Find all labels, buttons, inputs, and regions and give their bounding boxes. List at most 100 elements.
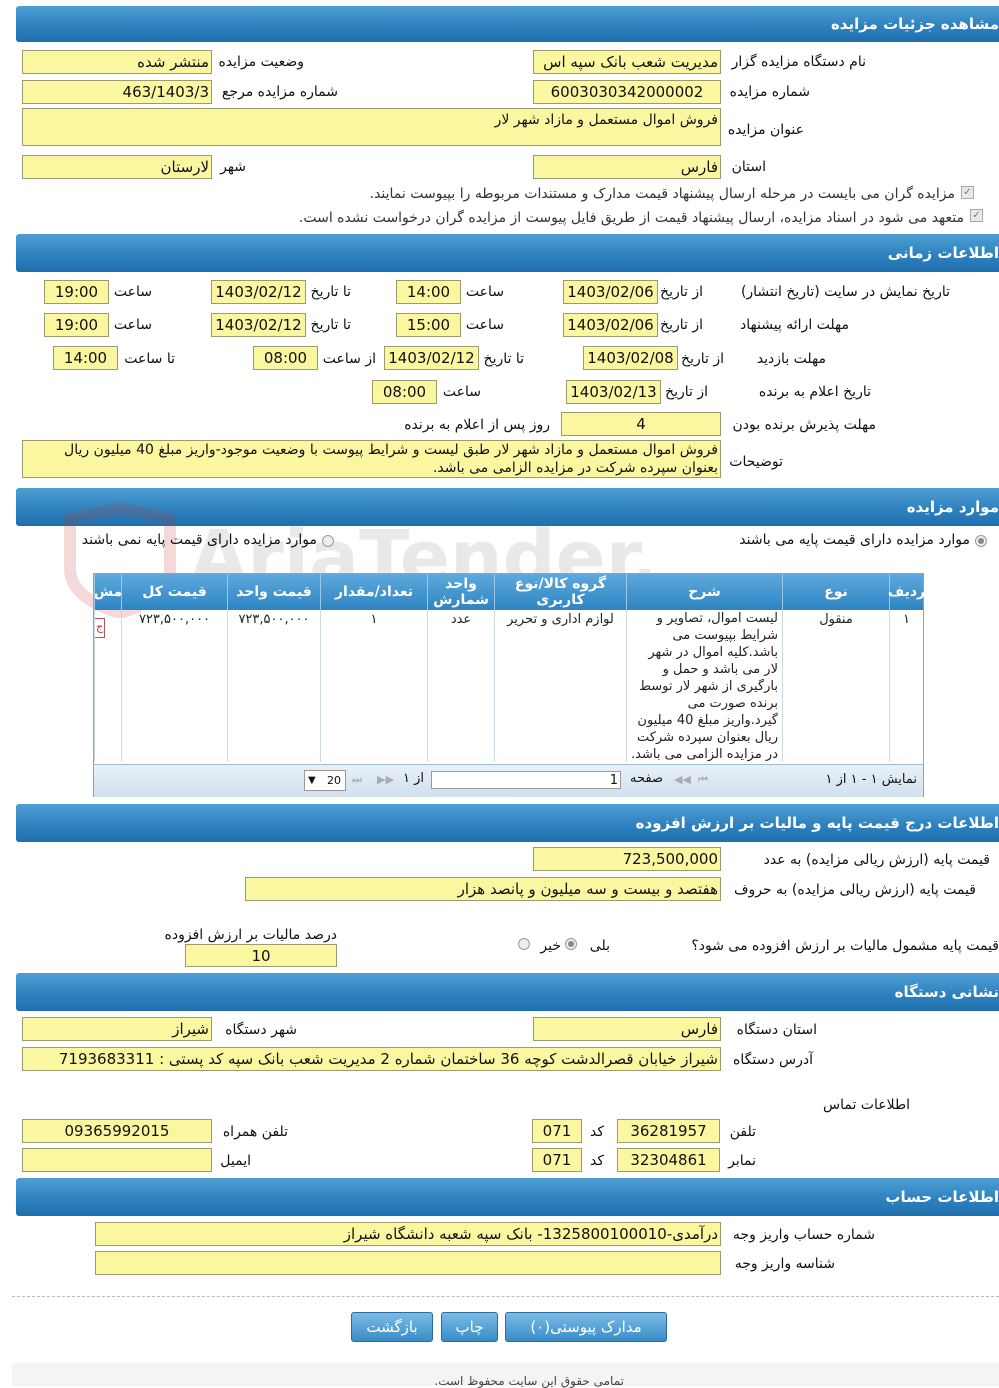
col-header-group[interactable]: گروه کالا/نوع کاربری <box>494 574 626 610</box>
col-header-row[interactable]: ردیف <box>888 574 925 610</box>
section-title: اطلاعات زمانی <box>887 244 999 262</box>
from-date-label: از تاریخ <box>660 317 703 333</box>
number-label: شماره مزایده <box>729 84 810 100</box>
winner-announce-label: تاریخ اعلام به برنده <box>758 384 871 400</box>
notes-field: فروش اموال مستعمل و مازاد شهر لار طبق لی… <box>22 440 721 478</box>
cell-unit-price: ۷۲۳,۵۰۰,۰۰۰ <box>227 610 320 762</box>
device-city-field: شیراز <box>22 1017 212 1041</box>
checkbox-no-attach-request-label: متعهد می شود در اسناد مزایده، ارسال پیشن… <box>298 210 964 226</box>
to-date-label: تا تاریخ <box>310 317 351 333</box>
cell-row-index: ۱ <box>889 610 923 762</box>
section-header-device-address: نشانی دستگاه <box>16 973 999 1011</box>
from-date-label: از تاریخ <box>681 351 724 367</box>
col-header-description[interactable]: شرح <box>626 574 782 610</box>
accept-deadline-label: مهلت پذیرش برنده بودن <box>732 417 877 433</box>
page-size-value: 20 <box>327 774 341 787</box>
offer-to-date: 1403/02/12 <box>211 313 306 337</box>
cell-total: ۷۲۳,۵۰۰,۰۰۰ <box>121 610 227 762</box>
col-header-total[interactable]: قیمت کل <box>121 574 227 610</box>
col-header-action[interactable]: مش <box>94 574 121 610</box>
pager-next-icon[interactable]: ▶▶ <box>377 773 394 786</box>
section-header-account: اطلاعات حساب <box>16 1178 999 1216</box>
status-label: وضعیت مزایده <box>218 54 304 70</box>
cell-type: منقول <box>782 610 889 762</box>
items-grid: ردیف نوع شرح گروه کالا/نوع کاربری واحد ش… <box>93 573 925 797</box>
display-from-time: 14:00 <box>396 280 461 304</box>
section-header-timing: اطلاعات زمانی <box>16 234 999 272</box>
offer-from-date: 1403/02/06 <box>563 313 658 337</box>
phone-code-label: کد <box>589 1124 604 1140</box>
display-to-date: 1403/02/12 <box>211 280 306 304</box>
radio-without-base-price[interactable] <box>322 535 334 547</box>
accept-days-suffix: روز پس از اعلام به برنده <box>404 417 550 433</box>
device-city-label: شهر دستگاه <box>225 1022 297 1038</box>
grid-header: ردیف نوع شرح گروه کالا/نوع کاربری واحد ش… <box>94 574 925 610</box>
fax-code-field: 071 <box>532 1148 582 1172</box>
base-price-words-field: هفتصد و بیست و سه میلیون و پانصد هزار <box>245 877 721 901</box>
email-field <box>22 1148 212 1172</box>
cell-description: لیست اموال، تصاویر و شرایط بپیوست می باش… <box>626 610 782 762</box>
org-field: مدیریت شعب بانک سپه اس <box>533 50 721 74</box>
section-header-details: مشاهده جزئیات مزایده <box>16 6 999 42</box>
phone-code-field: 071 <box>532 1119 582 1143</box>
payment-id-field <box>95 1251 721 1275</box>
page-size-select[interactable]: ▼ 20 <box>304 770 346 791</box>
display-to-time: 19:00 <box>44 280 109 304</box>
pager-page-label: صفحه <box>630 771 663 786</box>
cell-unit: عدد <box>427 610 494 762</box>
col-header-type[interactable]: نوع <box>782 574 889 610</box>
mobile-label: تلفن همراه <box>222 1124 288 1140</box>
fax-field: 32304861 <box>617 1148 720 1172</box>
vat-yes-label: بلی <box>589 938 610 954</box>
province-label: استان <box>731 159 766 175</box>
status-field: منتشر شده <box>22 50 212 74</box>
vat-yes-radio[interactable] <box>565 938 577 950</box>
account-number-label: شماره حساب واریز وجه <box>732 1227 875 1243</box>
time-label: ساعت <box>113 317 152 333</box>
winner-from-date: 1403/02/13 <box>566 380 661 404</box>
section-title: نشانی دستگاه <box>894 983 999 1001</box>
city-label: شهر <box>220 159 246 175</box>
notes-label: توضیحات <box>729 454 783 470</box>
pager-of-label: از ۱ <box>402 771 424 786</box>
ref-number-label: شماره مزایده مرجع <box>221 84 338 100</box>
display-date-label: تاریخ نمایش در سایت (تاریخ انتشار) <box>740 284 950 300</box>
visit-from-time: 08:00 <box>253 346 318 370</box>
radio-with-base-price[interactable] <box>975 535 987 547</box>
col-header-unit-price[interactable]: قیمت واحد <box>227 574 320 610</box>
from-time-label: از ساعت <box>322 351 376 367</box>
device-province-field: فارس <box>533 1017 721 1041</box>
vat-percent-label: درصد مالیات بر ارزش افزوده <box>164 927 338 943</box>
col-header-qty[interactable]: تعداد/مقدار <box>320 574 427 610</box>
pager-first-icon[interactable]: ⏮ <box>698 773 708 787</box>
display-from-date: 1403/02/06 <box>563 280 658 304</box>
checkbox-no-attach-request: ✓ <box>970 209 983 222</box>
attachments-button[interactable]: مدارک پیوستی(۰) <box>505 1312 667 1342</box>
col-header-unit[interactable]: واحد شمارش <box>427 574 494 610</box>
vat-question-label: قیمت پایه مشمول مالیات بر ارزش افزوده می… <box>691 938 999 954</box>
email-label: ایمیل <box>220 1153 251 1169</box>
cell-group: لوازم اداری و تحریر <box>494 610 626 762</box>
province-field: فارس <box>533 155 721 179</box>
divider <box>12 1296 999 1297</box>
section-title: موارد مزایده <box>906 498 999 516</box>
to-date-label: تا تاریخ <box>483 351 524 367</box>
row-action-button[interactable]: ج <box>95 618 105 638</box>
back-button[interactable]: بازگشت <box>351 1312 433 1342</box>
section-title: اطلاعات درج قیمت پایه و مالیات بر ارزش ا… <box>635 814 999 832</box>
pager-last-icon[interactable]: ⏭ <box>352 773 362 787</box>
base-price-words-label: قیمت پایه (ارزش ریالی مزایده) به حروف <box>733 882 976 898</box>
to-time-label: تا ساعت <box>124 351 175 367</box>
device-province-label: استان دستگاه <box>736 1022 817 1038</box>
pager-prev-icon[interactable]: ◀◀ <box>674 773 691 786</box>
vat-no-radio[interactable] <box>518 938 530 950</box>
visit-to-date: 1403/02/12 <box>384 346 479 370</box>
pager-showing-text: نمایش ۱ - ۱ از ۱ <box>825 772 918 787</box>
account-number-field: درآمدی-1325800100010- بانک سپه شعبه دانش… <box>95 1222 721 1246</box>
print-button[interactable]: چاپ <box>441 1312 498 1342</box>
time-label: ساعت <box>465 284 504 300</box>
city-field: لارستان <box>22 155 212 179</box>
phone-field: 36281957 <box>617 1119 720 1143</box>
from-date-label: از تاریخ <box>660 284 703 300</box>
pager-page-input[interactable]: 1 <box>431 771 621 789</box>
